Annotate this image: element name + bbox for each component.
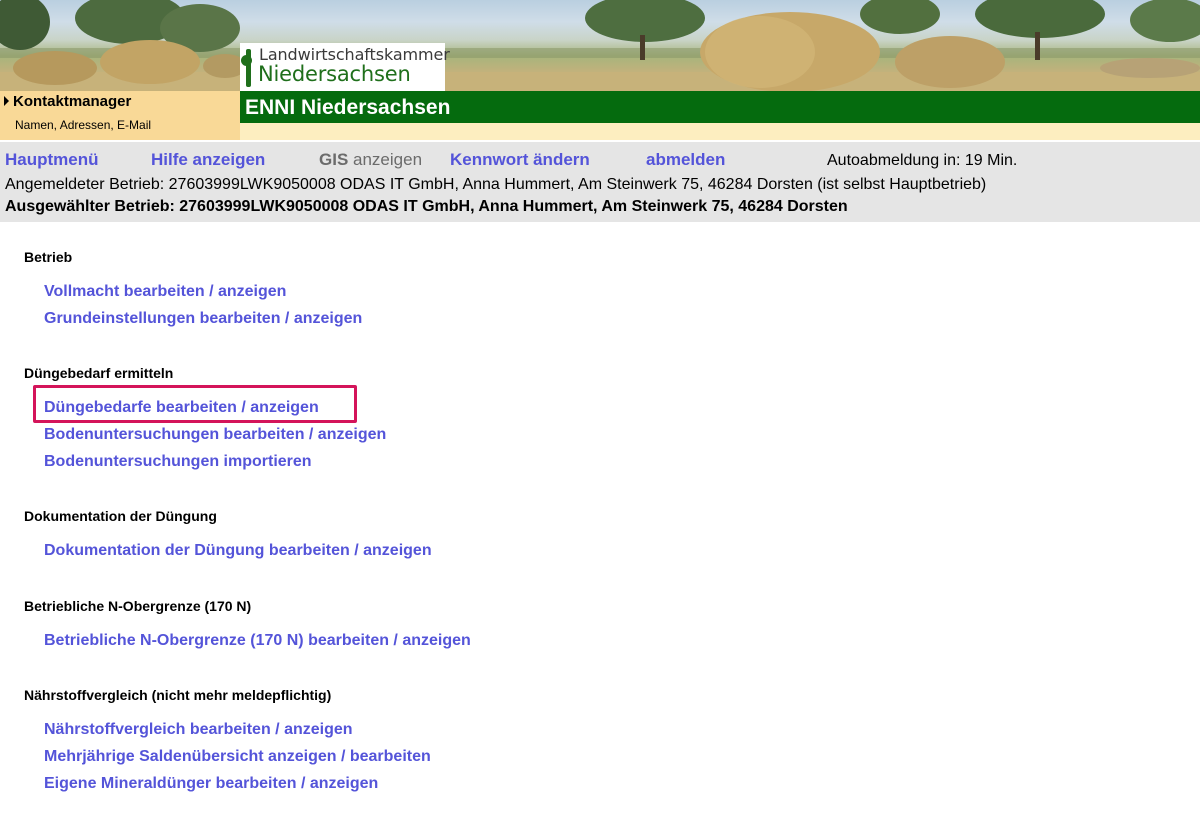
link-grundeinstellungen[interactable]: Grundeinstellungen bearbeiten / anzeigen <box>44 310 362 328</box>
contact-manager-title[interactable]: Kontaktmanager <box>13 93 131 110</box>
app-title-bar: ENNI Niedersachsen <box>240 91 1200 123</box>
lwk-logo: Landwirtschaftskammer Niedersachsen <box>240 43 450 91</box>
link-dokumentation[interactable]: Dokumentation der Düngung bearbeiten / a… <box>44 542 432 560</box>
app-title: ENNI Niedersachsen <box>245 96 451 119</box>
banner-landscape-image <box>0 0 1200 92</box>
contact-manager-box[interactable]: Kontaktmanager Namen, Adressen, E-Mail <box>0 91 240 140</box>
link-bodenuntersuchungen[interactable]: Bodenuntersuchungen bearbeiten / anzeige… <box>44 426 386 444</box>
logout-link[interactable]: abmelden <box>646 150 725 170</box>
section-heading-dokumentation: Dokumentation der Düngung <box>24 508 217 524</box>
triangle-right-icon <box>4 96 9 106</box>
logged-in-business: Angemeldeter Betrieb: 27603999LWK9050008… <box>5 176 987 193</box>
link-saldenuebersicht[interactable]: Mehrjährige Saldenübersicht anzeigen / b… <box>44 748 431 766</box>
contact-manager-subtitle: Namen, Adressen, E-Mail <box>15 118 152 132</box>
link-bodenuntersuchungen-import[interactable]: Bodenuntersuchungen importieren <box>44 453 312 471</box>
main-menu-link[interactable]: Hauptmenü <box>5 150 99 170</box>
link-n-obergrenze[interactable]: Betriebliche N-Obergrenze (170 N) bearbe… <box>44 632 471 650</box>
title-underline-strip <box>240 123 1200 140</box>
gis-link: GIS anzeigen <box>319 150 422 170</box>
logo-dot-shape <box>241 55 252 66</box>
header-banner: Landwirtschaftskammer Niedersachsen <box>0 0 1200 92</box>
link-duengebedarfe[interactable]: Düngebedarfe bearbeiten / anzeigen <box>44 399 319 417</box>
section-heading-betrieb: Betrieb <box>24 249 73 265</box>
link-naehrstoffvergleich[interactable]: Nährstoffvergleich bearbeiten / anzeigen <box>44 721 353 739</box>
logo-text-line2: Niedersachsen <box>258 62 411 86</box>
link-vollmacht[interactable]: Vollmacht bearbeiten / anzeigen <box>44 283 286 301</box>
gis-label-bold: GIS <box>319 150 349 169</box>
nav-bar: Hauptmenü Hilfe anzeigen GIS anzeigen Ke… <box>0 140 1200 222</box>
link-mineralduenger[interactable]: Eigene Mineraldünger bearbeiten / anzeig… <box>44 775 378 793</box>
autologout-timer: Autoabmeldung in: 19 Min. <box>827 152 1018 169</box>
change-password-link[interactable]: Kennwort ändern <box>450 150 590 170</box>
section-heading-duengebedarf: Düngebedarf ermitteln <box>24 365 174 381</box>
help-link[interactable]: Hilfe anzeigen <box>151 150 265 170</box>
gis-label-rest: anzeigen <box>348 150 423 169</box>
selected-business: Ausgewählter Betrieb: 27603999LWK9050008… <box>5 198 848 215</box>
section-heading-n-obergrenze: Betriebliche N-Obergrenze (170 N) <box>24 598 252 614</box>
section-heading-naehrstoffvergleich: Nährstoffvergleich (nicht mehr meldepfli… <box>24 687 332 703</box>
